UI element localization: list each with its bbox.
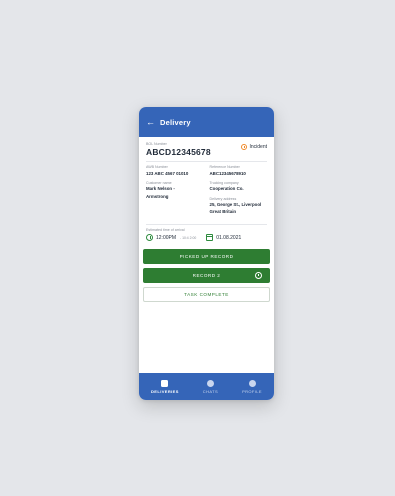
timer-icon [255, 272, 262, 280]
record-button-label: RECORD 2 [192, 273, 221, 279]
eta-time: 12:00PM [156, 234, 177, 241]
reference-field: Reference Number ABC12345678910 [210, 165, 268, 177]
eta-date-item: 01.08.2021 [206, 234, 242, 242]
trucking-value: Cooperation Co. [209, 186, 244, 192]
details-grid: AWB Number 123 ABC 4567 01010 Customer n… [146, 165, 267, 219]
box-icon [161, 380, 169, 387]
incident-label: Incident [249, 144, 267, 150]
divider [146, 223, 267, 225]
nav-item-chats[interactable]: CHATS [203, 380, 218, 394]
awb-label: AWB Number [146, 165, 168, 170]
address-label: Delivery address [209, 196, 237, 201]
picked-up-record-button[interactable]: PICKED UP RECORD [143, 249, 270, 265]
awb-value: 123 ABC 4567 01010 [146, 170, 189, 176]
delivery-details: BOL Number ABCD12345678 Incident AWB Num… [139, 137, 274, 303]
chat-icon [206, 380, 214, 387]
trucking-label: Trucking company [209, 181, 239, 185]
nav-item-deliveries[interactable]: DELIVERIES [151, 380, 179, 394]
bol-number: ABCD12345678 [146, 147, 211, 158]
address-value-line1: 25, George St., Liverpool [209, 202, 262, 207]
nav-label-chats: CHATS [202, 389, 219, 394]
customer-field: Customer name Mark Nelson - Armstrong [146, 181, 204, 200]
nav-label-deliveries: DELIVERIES [151, 389, 179, 394]
bol-row: BOL Number ABCD12345678 Incident [146, 142, 267, 157]
app-header: ← Delivery [139, 107, 274, 137]
trucking-field: Trucking company Cooperation Co. [210, 181, 268, 193]
nav-label-profile: PROFILE [242, 389, 262, 394]
eta-time-range: - 10:4 2:00 [180, 235, 197, 240]
eta-time-item: 12:00PM - 10:4 2:00 [146, 234, 197, 242]
warning-icon [241, 144, 248, 150]
address-value-line2: Great Britain [209, 209, 237, 215]
details-left-column: AWB Number 123 ABC 4567 01010 Customer n… [146, 165, 204, 219]
eta-label: Estimated time of arrival [146, 227, 185, 232]
customer-value-line1: Mark Nelson - [146, 186, 175, 192]
profile-icon [248, 380, 256, 387]
bol-label: BOL Number [146, 142, 167, 146]
eta-row: 12:00PM - 10:4 2:00 01.08.2021 [146, 234, 267, 242]
back-arrow-icon[interactable]: ← [146, 117, 155, 127]
page-title: Delivery [160, 117, 191, 127]
task-complete-button[interactable]: TASK COMPLETE [143, 287, 270, 303]
reference-label: Reference Number [209, 165, 240, 170]
eta-section: Estimated time of arrival 12:00PM - 10:4… [146, 227, 267, 242]
address-field: Delivery address 25, George St., Liverpo… [210, 197, 268, 216]
customer-value-line2: Armstrong [146, 193, 169, 199]
calendar-icon [206, 234, 214, 242]
incident-button[interactable]: Incident [241, 144, 267, 150]
reference-value: ABC12345678910 [209, 170, 246, 176]
phone-frame: ← Delivery BOL Number ABCD12345678 Incid… [139, 107, 274, 400]
customer-label: Customer name [146, 181, 172, 185]
details-right-column: Reference Number ABC12345678910 Trucking… [210, 165, 268, 219]
clock-icon [146, 234, 153, 242]
bol-block: BOL Number ABCD12345678 [146, 142, 211, 157]
bottom-navigation: DELIVERIES CHATS PROFILE [139, 373, 274, 400]
record-button[interactable]: RECORD 2 [143, 268, 270, 284]
divider [146, 161, 267, 163]
awb-field: AWB Number 123 ABC 4567 01010 [146, 165, 204, 177]
nav-item-profile[interactable]: PROFILE [242, 380, 262, 394]
eta-date: 01.08.2021 [216, 234, 242, 241]
